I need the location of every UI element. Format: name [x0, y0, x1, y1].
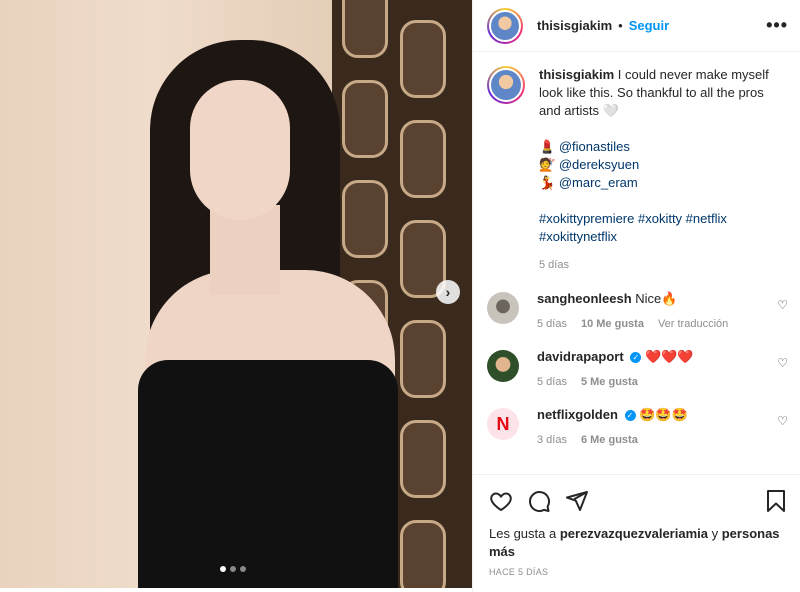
comment-item: davidrapaport ✓ ❤️❤️❤️ 5 días 5 Me gusta…: [473, 348, 800, 388]
author-avatar[interactable]: [487, 7, 523, 44]
hashtags[interactable]: #xokittypremiere #xokitty #netflix: [539, 210, 786, 228]
separator-dot: •: [618, 18, 623, 33]
post-sidebar: thisisgiakim • Seguir ••• thisisgiakim I…: [472, 0, 800, 592]
comment-item: sangheonleesh Nice🔥 5 días 10 Me gusta V…: [473, 290, 800, 330]
verified-badge-icon: ✓: [630, 352, 642, 364]
comment-text: ❤️❤️❤️: [644, 349, 694, 364]
heart-icon[interactable]: ♡: [777, 298, 788, 312]
haircut-icon: 💇: [539, 157, 556, 172]
credit-line: 💃 @marc_eram: [539, 174, 786, 192]
mention-link[interactable]: @dereksyuen: [559, 157, 639, 172]
lipstick-icon: 💄: [539, 139, 556, 154]
post-photo[interactable]: ›: [0, 0, 472, 588]
caption-timestamp: 5 días: [539, 259, 569, 271]
liker-username[interactable]: perezvazquezvaleriamia: [560, 526, 708, 541]
photo-subject: [90, 40, 410, 588]
chevron-right-icon: ›: [445, 284, 451, 300]
author-username[interactable]: thisisgiakim: [537, 18, 612, 33]
post-caption: thisisgiakim I could never make myself l…: [473, 52, 800, 274]
caption-username[interactable]: thisisgiakim: [539, 67, 614, 82]
verified-badge-icon: ✓: [624, 410, 636, 422]
comment-likes[interactable]: 6 Me gusta: [581, 434, 638, 446]
like-heart-icon[interactable]: [489, 489, 513, 513]
commenter-username[interactable]: sangheonleesh: [537, 291, 632, 306]
commenter-avatar[interactable]: [487, 350, 519, 382]
carousel-indicator: [220, 566, 246, 572]
comment-likes[interactable]: 5 Me gusta: [581, 376, 638, 388]
commenter-avatar[interactable]: [487, 292, 519, 324]
post-header: thisisgiakim • Seguir •••: [473, 0, 800, 52]
bookmark-icon[interactable]: [765, 489, 787, 513]
caption-author-avatar[interactable]: [487, 66, 525, 104]
carousel-next-button[interactable]: ›: [436, 280, 460, 304]
commenter-username[interactable]: davidrapaport: [537, 349, 624, 364]
carousel-dot: [230, 566, 236, 572]
comment-likes[interactable]: 10 Me gusta: [581, 318, 644, 330]
share-icon[interactable]: [565, 489, 589, 513]
comment-text: 🤩🤩🤩: [639, 407, 688, 422]
comment-time: 5 días: [537, 318, 567, 330]
likes-summary: Les gusta a perezvazquezvaleriamia y per…: [489, 525, 787, 561]
carousel-dot-active: [220, 566, 226, 572]
hashtags[interactable]: #xokittynetflix: [539, 228, 786, 246]
commenter-username[interactable]: netflixgolden: [537, 407, 618, 422]
mention-link[interactable]: @marc_eram: [559, 175, 638, 190]
follow-button[interactable]: Seguir: [629, 18, 669, 33]
heart-icon[interactable]: ♡: [777, 414, 788, 428]
mention-link[interactable]: @fionastiles: [559, 139, 630, 154]
more-options-icon[interactable]: •••: [766, 15, 788, 36]
credit-line: 💄 @fionastiles: [539, 138, 786, 156]
dancer-icon: 💃: [539, 175, 556, 190]
comment-time: 5 días: [537, 376, 567, 388]
commenter-avatar[interactable]: N: [487, 408, 519, 440]
heart-icon[interactable]: ♡: [777, 356, 788, 370]
comment-text: Nice🔥: [635, 291, 678, 306]
post-actions: Les gusta a perezvazquezvaleriamia y per…: [473, 474, 800, 577]
post-date: HACE 5 DÍAS: [489, 567, 549, 577]
comment-time: 3 días: [537, 434, 567, 446]
see-translation-link[interactable]: Ver traducción: [658, 318, 728, 330]
post-dialog: › thisisgiakim • Seguir ••• thisisgiakim…: [0, 0, 800, 592]
likes-conjunction: y: [711, 526, 719, 541]
carousel-dot: [240, 566, 246, 572]
likes-prefix: Les gusta a: [489, 526, 557, 541]
comment-icon[interactable]: [527, 489, 551, 513]
comment-item: N netflixgolden ✓ 🤩🤩🤩 3 días 6 Me gusta …: [473, 406, 800, 446]
credit-line: 💇 @dereksyuen: [539, 156, 786, 174]
